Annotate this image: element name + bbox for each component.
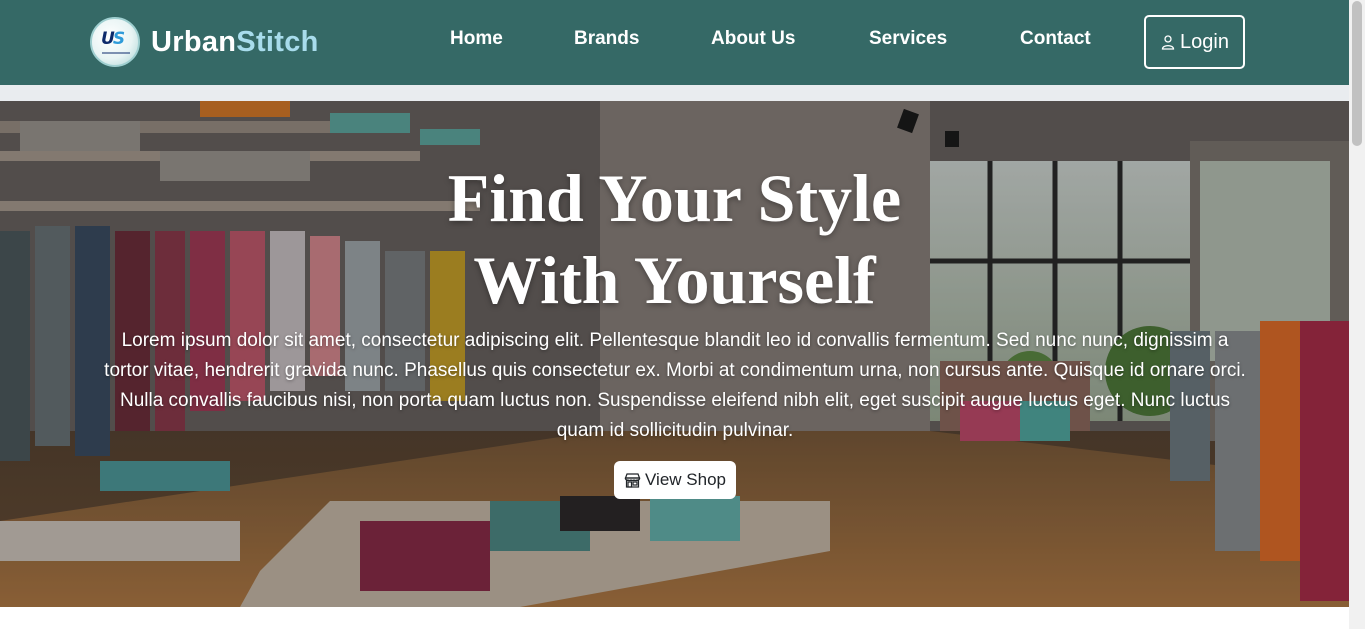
brand-logo: US: [90, 17, 140, 67]
hero-description: Lorem ipsum dolor sit amet, consectetur …: [104, 330, 1246, 441]
scrollbar-thumb[interactable]: [1352, 1, 1362, 146]
view-shop-button[interactable]: View Shop: [614, 461, 736, 499]
shop-icon: [624, 473, 641, 488]
nav-services[interactable]: Services: [869, 28, 947, 50]
brand-link[interactable]: US UrbanStitch: [90, 17, 319, 67]
person-icon: [1161, 35, 1175, 50]
nav-about-us[interactable]: About Us: [711, 28, 795, 50]
hero-section: Find Your Style With Yourself Lorem ipsu…: [0, 101, 1349, 607]
nav-contact[interactable]: Contact: [1020, 28, 1091, 50]
page-scrollbar[interactable]: [1349, 0, 1365, 629]
hero-title: Find Your Style With Yourself: [447, 160, 902, 318]
brand-name: UrbanStitch: [151, 25, 319, 58]
nav-home[interactable]: Home: [450, 28, 503, 50]
login-label: Login: [1180, 30, 1229, 53]
header-gap: [0, 85, 1349, 101]
nav-brands[interactable]: Brands: [574, 28, 639, 50]
navbar: US UrbanStitch Home Brands About Us Serv…: [0, 0, 1349, 85]
login-button[interactable]: Login: [1144, 15, 1245, 69]
view-shop-label: View Shop: [645, 470, 726, 489]
